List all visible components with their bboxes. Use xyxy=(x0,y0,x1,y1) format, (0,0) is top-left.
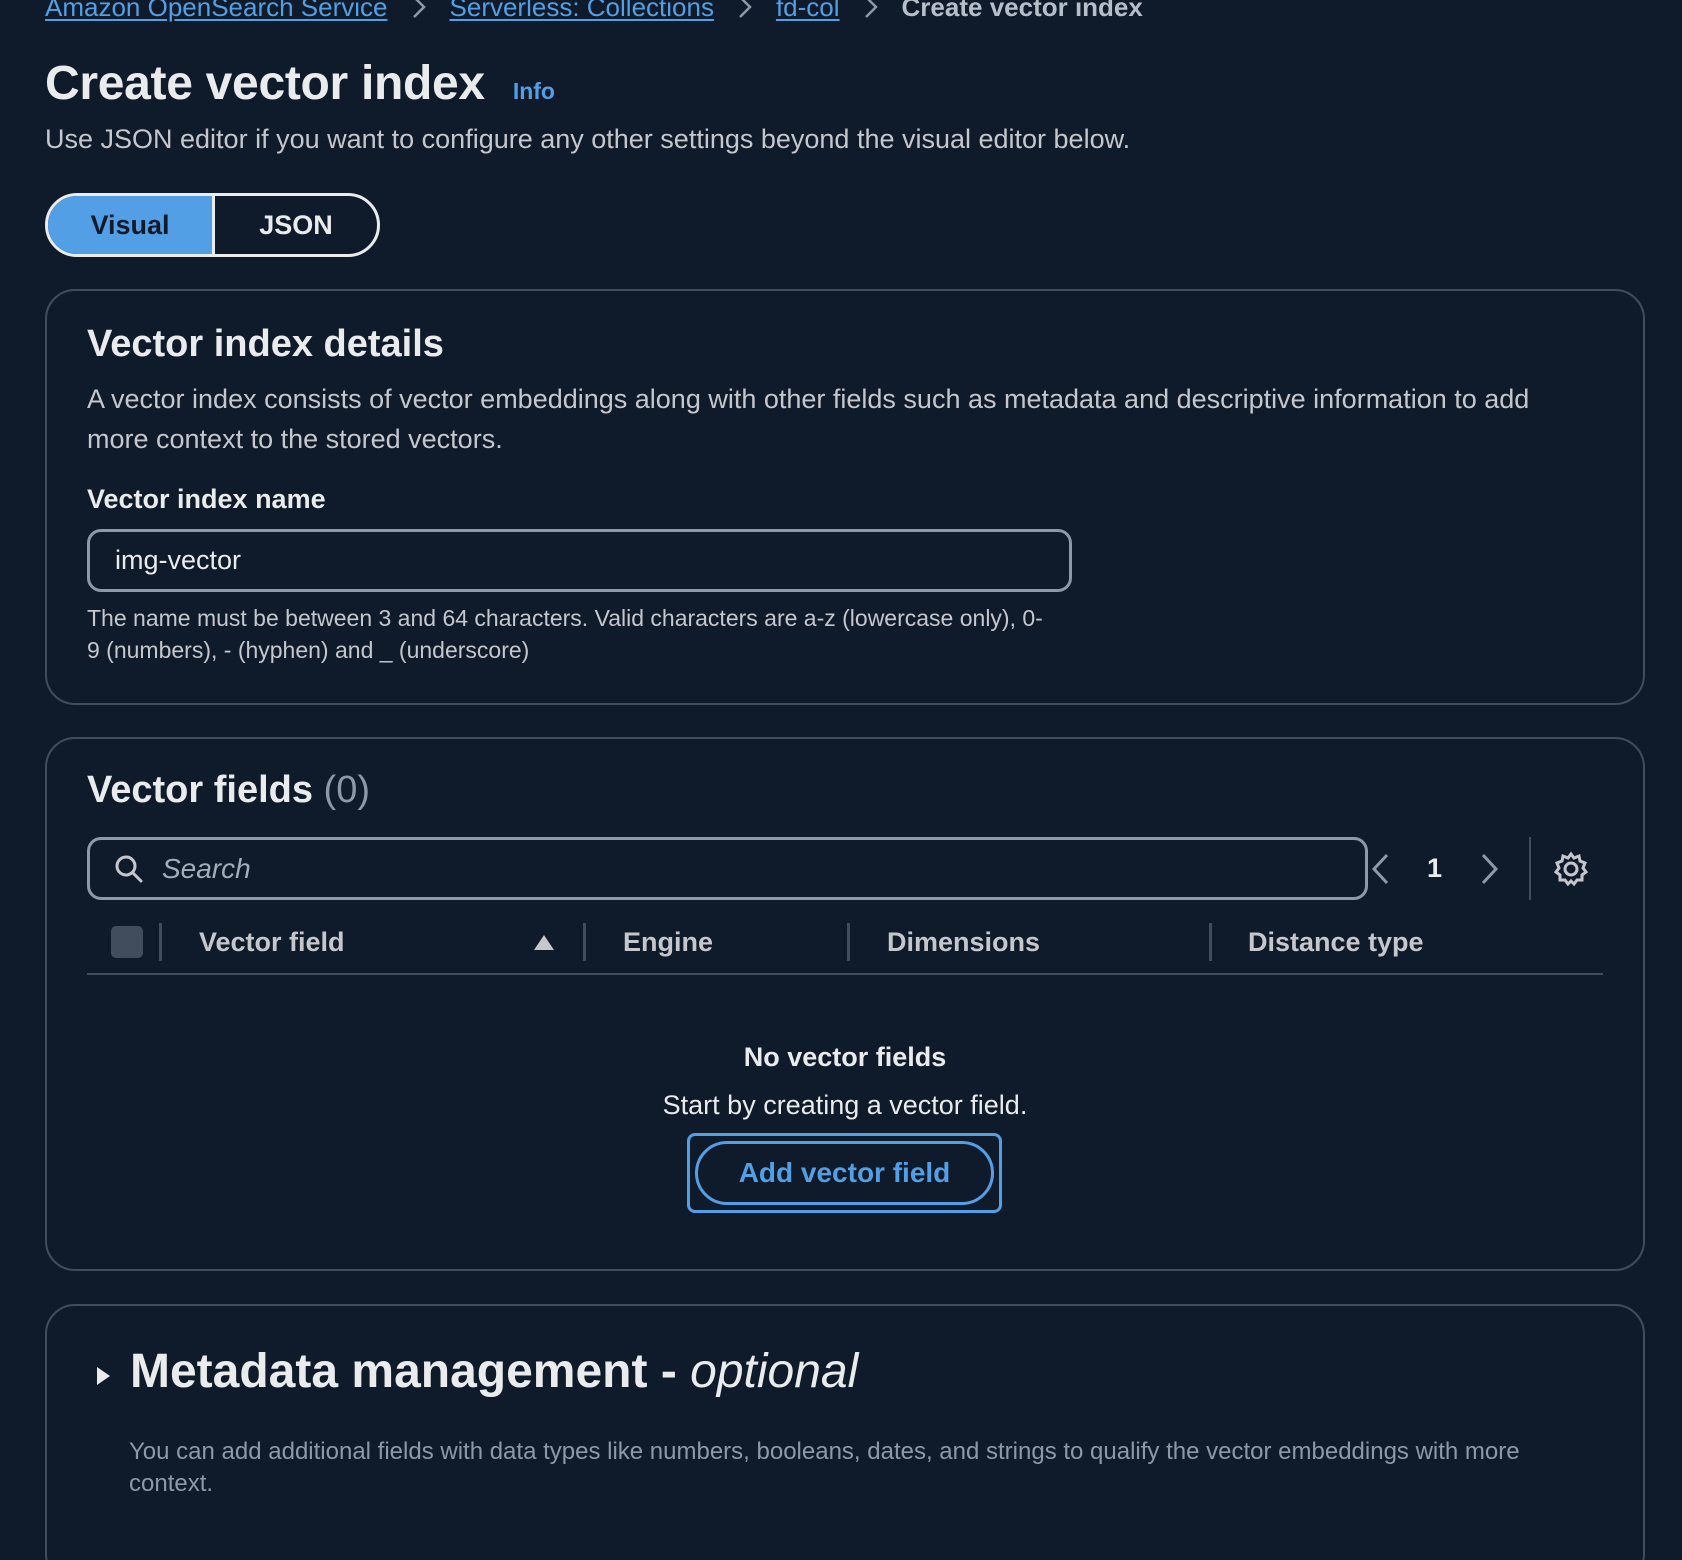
column-divider xyxy=(1209,923,1212,961)
column-divider xyxy=(159,923,162,961)
breadcrumb-collections[interactable]: Serverless: Collections xyxy=(450,0,714,24)
empty-state-title: No vector fields xyxy=(743,1042,947,1072)
editor-mode-toggle: Visual JSON xyxy=(45,193,380,257)
breadcrumb-collection[interactable]: fd-col xyxy=(776,0,840,24)
metadata-expand-toggle[interactable]: Metadata management - optional xyxy=(92,1344,858,1399)
metadata-optional-label: optional xyxy=(690,1345,859,1398)
table-header: Vector field Engine Dimensions Distance … xyxy=(87,923,1603,975)
vector-fields-title: Vector fields xyxy=(87,769,313,811)
search-placeholder: Search xyxy=(162,852,251,884)
info-link[interactable]: Info xyxy=(513,78,555,105)
column-engine[interactable]: Engine xyxy=(623,927,713,958)
index-name-input[interactable]: img-vector xyxy=(87,529,1072,592)
metadata-title: Metadata management - optional xyxy=(130,1344,858,1399)
gear-icon[interactable] xyxy=(1553,851,1589,887)
metadata-management-panel: Metadata management - optional You can a… xyxy=(45,1304,1645,1560)
visual-mode-button[interactable]: Visual xyxy=(48,196,215,254)
column-dimensions[interactable]: Dimensions xyxy=(887,927,1040,958)
add-vector-field-button[interactable]: Add vector field xyxy=(695,1141,994,1205)
metadata-title-text: Metadata management - xyxy=(130,1345,677,1398)
select-all-checkbox[interactable] xyxy=(111,926,143,958)
index-name-label: Vector index name xyxy=(87,484,326,514)
section-description: A vector index consists of vector embedd… xyxy=(87,384,1530,454)
search-icon xyxy=(115,855,143,882)
breadcrumb-opensearch[interactable]: Amazon OpenSearch Service xyxy=(45,0,388,24)
search-input[interactable]: Search xyxy=(87,837,1368,900)
chevron-right-icon xyxy=(840,0,902,20)
index-name-constraint: The name must be between 3 and 64 charac… xyxy=(87,605,1043,663)
column-vector-field[interactable]: Vector field xyxy=(199,927,345,958)
column-divider xyxy=(847,923,850,961)
breadcrumb-current: Create vector index xyxy=(901,0,1143,22)
section-title: Vector index details xyxy=(87,323,444,365)
breadcrumb: Amazon OpenSearch Service Serverless: Co… xyxy=(45,0,1143,24)
chevron-right-icon xyxy=(714,0,776,20)
vector-fields-panel: Vector fields (0) Search 1 Vector field … xyxy=(45,737,1645,1271)
empty-state-description: Start by creating a vector field. xyxy=(662,1090,1028,1120)
page-title: Create vector index xyxy=(45,57,485,110)
metadata-description: You can add additional fields with data … xyxy=(129,1438,1520,1497)
chevron-left-icon[interactable] xyxy=(1369,837,1393,900)
page: Amazon OpenSearch Service Serverless: Co… xyxy=(0,0,1682,1560)
page-description: Use JSON editor if you want to configure… xyxy=(45,124,1131,154)
sort-ascending-icon[interactable] xyxy=(532,931,556,955)
page-header: Create vector index Info xyxy=(45,56,555,111)
vector-fields-count: (0) xyxy=(323,769,370,811)
divider xyxy=(1529,837,1531,900)
caret-right-icon xyxy=(97,1366,110,1385)
section-title: Vector fields (0) xyxy=(87,769,370,812)
page-number[interactable]: 1 xyxy=(1427,837,1442,900)
vector-index-details-panel: Vector index details A vector index cons… xyxy=(45,289,1645,705)
chevron-right-icon[interactable] xyxy=(1477,837,1501,900)
column-distance-type[interactable]: Distance type xyxy=(1248,927,1424,958)
column-divider xyxy=(583,923,586,961)
add-vector-field-focus-ring: Add vector field xyxy=(687,1133,1002,1213)
json-mode-button[interactable]: JSON xyxy=(215,196,377,254)
chevron-right-icon xyxy=(388,0,450,20)
